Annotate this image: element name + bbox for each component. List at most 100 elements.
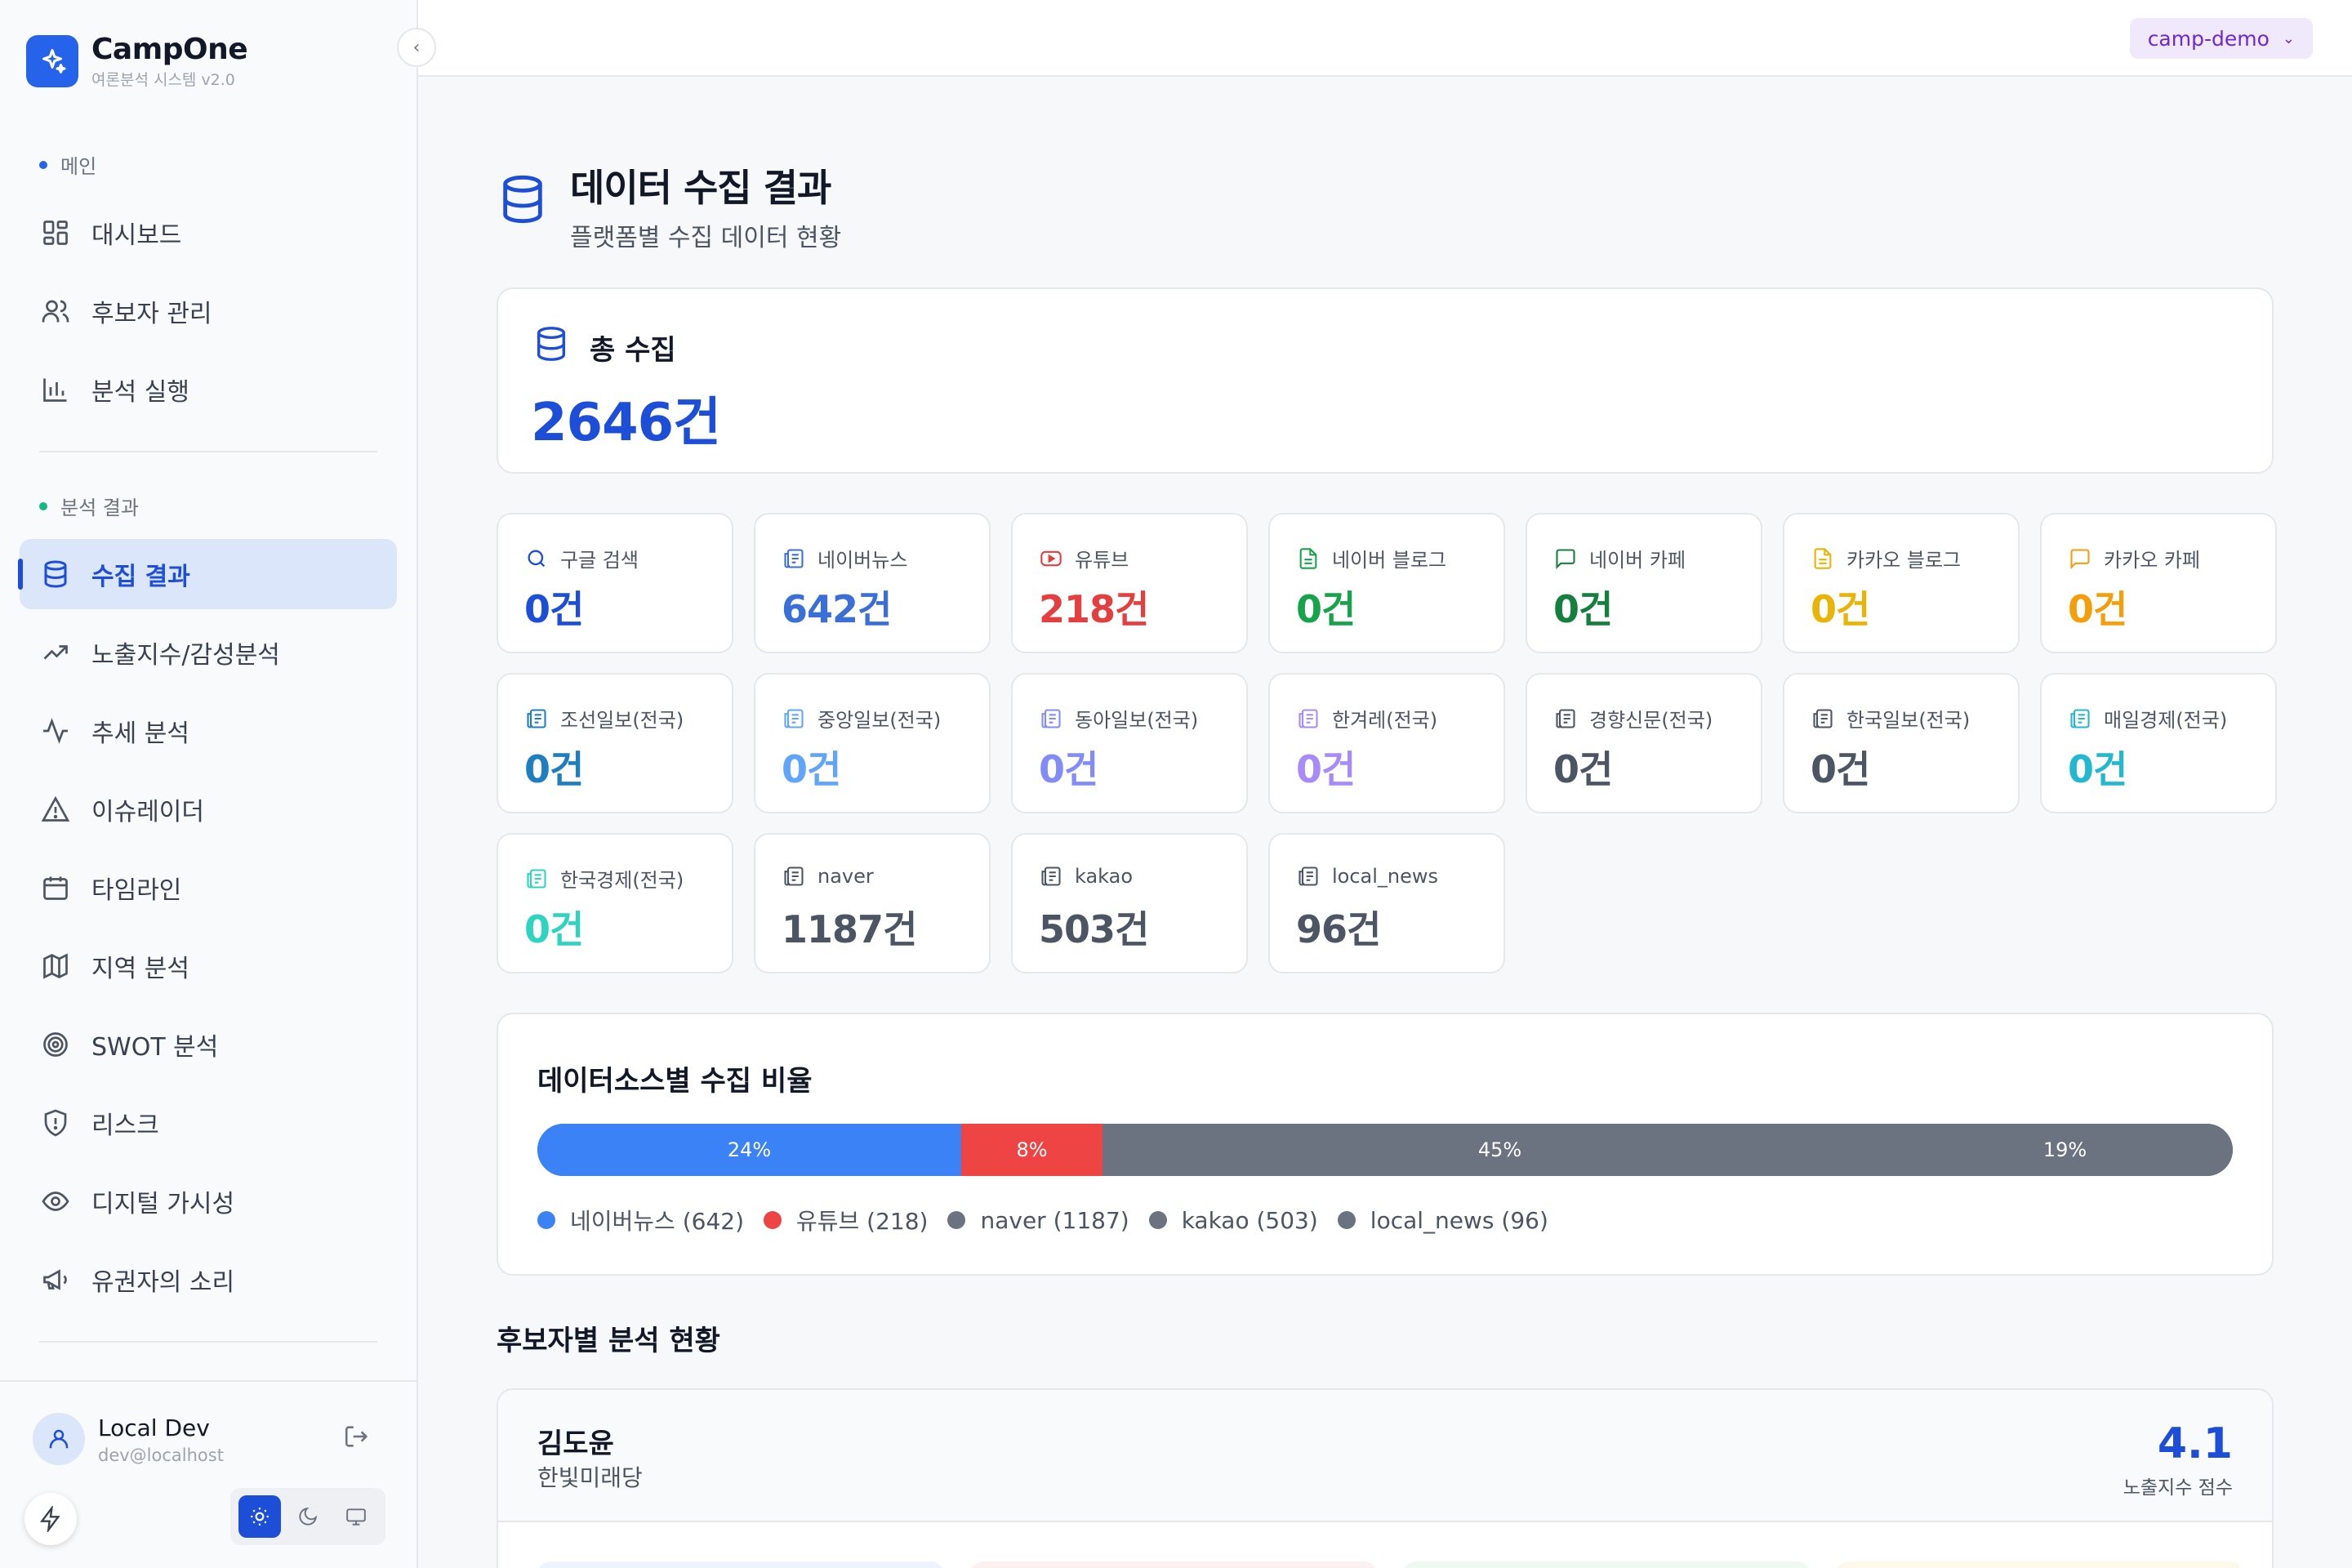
search-icon	[524, 546, 549, 571]
youtube-icon	[1039, 546, 1063, 571]
collapse-sidebar-button[interactable]: ‹	[397, 28, 436, 67]
source-value: 0건	[1553, 587, 1613, 631]
message-square-icon	[1553, 546, 1578, 571]
topbar: camp-demo ⌄	[418, 0, 2352, 77]
sidebar: CampOne 여론분석 시스템 v2.0 메인 대시보드 후보자 관리 분석 …	[0, 0, 418, 1568]
sidebar-item-collection-results[interactable]: 수집 결과	[18, 539, 397, 609]
avatar[interactable]	[33, 1413, 85, 1465]
source-value: 0건	[2068, 747, 2127, 791]
source-label: 조선일보(전국)	[524, 704, 684, 733]
source-label: 네이버뉴스	[782, 544, 907, 572]
source-value: 0건	[1811, 587, 1870, 631]
database-icon	[39, 558, 72, 590]
calendar-icon	[39, 871, 72, 904]
database-icon	[497, 173, 549, 225]
page-subtitle: 플랫폼별 수집 데이터 현황	[570, 224, 842, 252]
source-label: 구글 검색	[524, 544, 639, 572]
brand[interactable]: CampOne 여론분석 시스템 v2.0	[26, 33, 248, 90]
newspaper-icon	[524, 866, 549, 891]
newspaper-icon	[782, 546, 806, 571]
legend-item: local_news (96)	[1337, 1207, 1548, 1234]
source-stat-card[interactable]: 동아일보(전국) 0건	[1011, 673, 1248, 813]
sidebar-item-swot[interactable]: SWOT 분석	[20, 1009, 397, 1080]
activity-icon	[39, 715, 72, 747]
total-label: 총 수집	[532, 325, 676, 370]
sidebar-item-digital-visibility[interactable]: 디지털 가시성	[20, 1166, 397, 1236]
source-stat-card[interactable]: 네이버뉴스 642건	[754, 513, 991, 653]
source-stat-card[interactable]: 중앙일보(전국) 0건	[754, 673, 991, 813]
page-title: 데이터 수집 결과	[570, 166, 831, 210]
sidebar-item-trend[interactable]: 추세 분석	[20, 696, 397, 766]
source-stat-card[interactable]: local_news 96건	[1268, 833, 1505, 973]
source-stat-card[interactable]: 구글 검색 0건	[497, 513, 733, 653]
section-label-results: 분석 결과	[39, 492, 139, 520]
source-label: kakao	[1039, 864, 1133, 889]
logout-icon[interactable]	[343, 1423, 371, 1454]
zap-icon[interactable]	[24, 1493, 77, 1545]
monitor-icon[interactable]	[335, 1495, 377, 1538]
source-value: 0건	[1296, 587, 1356, 631]
sidebar-item-exposure-sentiment[interactable]: 노출지수/감성분석	[20, 617, 397, 688]
sidebar-item-label: 수집 결과	[91, 563, 190, 591]
source-stat-card[interactable]: 경향신문(전국) 0건	[1526, 673, 1762, 813]
sidebar-item-voter-voice[interactable]: 유권자의 소리	[20, 1245, 397, 1315]
newspaper-icon	[1039, 864, 1063, 889]
sidebar-item-candidates[interactable]: 후보자 관리	[20, 276, 397, 346]
source-stat-card[interactable]: 카카오 블로그 0건	[1783, 513, 2020, 653]
newspaper-icon	[782, 864, 806, 889]
sidebar-item-risk[interactable]: 리스크	[20, 1088, 397, 1158]
sidebar-item-label: 대시보드	[91, 221, 182, 250]
sidebar-item-region[interactable]: 지역 분석	[20, 931, 397, 1001]
sidebar-item-label: SWOT 분석	[91, 1033, 219, 1062]
map-icon	[39, 950, 72, 982]
newspaper-icon	[1039, 706, 1063, 731]
source-value: 0건	[524, 747, 584, 791]
source-stat-card[interactable]: 매일경제(전국) 0건	[2040, 673, 2277, 813]
source-stat-card[interactable]: 네이버 블로그 0건	[1268, 513, 1505, 653]
sidebar-item-run-analysis[interactable]: 분석 실행	[20, 354, 397, 425]
legend-dot	[537, 1211, 555, 1229]
eye-icon	[39, 1185, 72, 1218]
metric-tile	[1403, 1561, 1810, 1568]
sidebar-item-timeline[interactable]: 타임라인	[20, 853, 397, 923]
sidebar-item-label: 디지털 가시성	[91, 1190, 235, 1218]
section-dot	[39, 160, 47, 169]
source-stat-card[interactable]: 한겨레(전국) 0건	[1268, 673, 1505, 813]
user-name: Local Dev	[98, 1414, 210, 1441]
sidebar-item-label: 유권자의 소리	[91, 1268, 235, 1297]
sidebar-item-label: 추세 분석	[91, 719, 189, 748]
source-stat-card[interactable]: naver 1187건	[754, 833, 991, 973]
legend-dot	[1148, 1211, 1167, 1229]
source-label: 유튜브	[1039, 544, 1129, 572]
shield-alert-icon	[39, 1107, 72, 1139]
sidebar-item-label: 리스크	[91, 1111, 159, 1140]
app-subtitle: 여론분석 시스템 v2.0	[91, 71, 235, 89]
legend-item: naver (1187)	[947, 1207, 1129, 1234]
source-stat-card[interactable]: 카카오 카페 0건	[2040, 513, 2277, 653]
target-icon	[39, 1028, 72, 1061]
sidebar-item-label: 노출지수/감성분석	[91, 641, 280, 670]
source-stat-card[interactable]: 네이버 카페 0건	[1526, 513, 1762, 653]
source-stat-card[interactable]: 한국경제(전국) 0건	[497, 833, 733, 973]
source-stat-card[interactable]: kakao 503건	[1011, 833, 1248, 973]
sidebar-item-dashboard[interactable]: 대시보드	[20, 198, 397, 268]
legend-item: 유튜브 (218)	[764, 1204, 928, 1236]
ratio-bar: 24% 8% 45% 19%	[537, 1124, 2233, 1176]
sparkles-icon	[26, 35, 78, 87]
source-value: 0건	[782, 747, 841, 791]
source-stat-card[interactable]: 유튜브 218건	[1011, 513, 1248, 653]
alert-triangle-icon	[39, 793, 72, 826]
candidate-card[interactable]: 김도윤 한빛미래당 4.1 노출지수 점수	[497, 1388, 2274, 1568]
moon-icon[interactable]	[287, 1495, 329, 1538]
legend-dot	[947, 1211, 966, 1229]
candidate-name: 김도윤	[537, 1428, 614, 1460]
source-value: 1187건	[782, 907, 917, 951]
sun-icon[interactable]	[238, 1495, 281, 1538]
source-label: 중앙일보(전국)	[782, 704, 941, 733]
project-select[interactable]: camp-demo ⌄	[2129, 18, 2313, 59]
source-value: 218건	[1039, 587, 1149, 631]
sidebar-item-issue-radar[interactable]: 이슈레이더	[20, 774, 397, 844]
source-stat-card[interactable]: 조선일보(전국) 0건	[497, 673, 733, 813]
source-stat-card[interactable]: 한국일보(전국) 0건	[1783, 673, 2020, 813]
sidebar-divider	[39, 1341, 377, 1343]
